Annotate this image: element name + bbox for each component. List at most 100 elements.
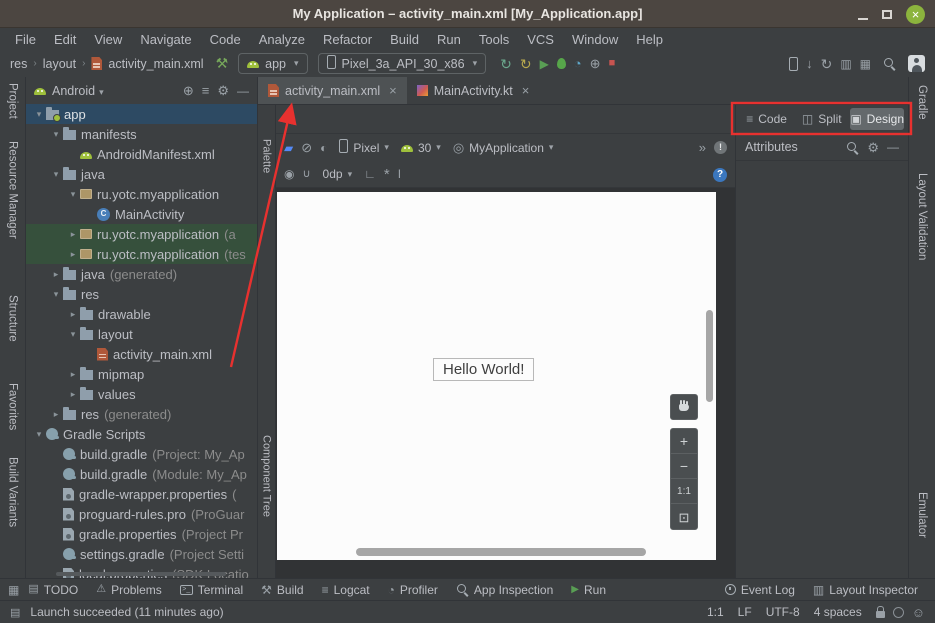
tree-item-proguard-rules-pro-proguar[interactable]: proguard-rules.pro(ProGuar xyxy=(26,504,257,524)
toolwindow-todo[interactable]: ▤TODO xyxy=(19,579,87,601)
vertical-scrollbar[interactable] xyxy=(706,310,713,402)
collapse-all-icon[interactable]: ≡ xyxy=(202,84,210,97)
hide-icon[interactable]: — xyxy=(887,141,899,153)
menu-edit[interactable]: Edit xyxy=(45,31,85,48)
toolwindow-stripe-structure[interactable]: Structure xyxy=(7,295,19,342)
menu-tools[interactable]: Tools xyxy=(470,31,518,48)
sdk-manager-icon[interactable]: ↓ xyxy=(806,57,813,70)
toolwindow-run[interactable]: ▶Run xyxy=(562,579,615,601)
breadcrumb-activity-main-xml[interactable]: activity_main.xml xyxy=(108,57,203,71)
blueprint-icon[interactable]: ⊘ xyxy=(301,141,312,154)
lock-icon[interactable] xyxy=(876,611,885,618)
hamburger-icon[interactable]: ▤ xyxy=(10,608,20,619)
orientation-icon[interactable]: ◐ xyxy=(320,142,327,154)
minimize-icon[interactable] xyxy=(858,9,868,20)
tab-close-icon[interactable]: × xyxy=(389,83,397,98)
menu-vcs[interactable]: VCS xyxy=(518,31,563,48)
tab-close-icon[interactable]: × xyxy=(522,83,530,98)
indent-setting[interactable]: 4 spaces xyxy=(814,605,862,619)
locate-icon[interactable]: ⊕ xyxy=(183,84,194,97)
switcher-icon[interactable]: ▦ xyxy=(8,584,19,596)
cursor-icon[interactable]: I xyxy=(398,168,401,180)
tree-item-androidmanifest-xml[interactable]: AndroidManifest.xml xyxy=(26,144,257,164)
menu-build[interactable]: Build xyxy=(381,31,428,48)
chevron-right-icon[interactable]: ▸ xyxy=(66,389,80,400)
default-margin-select[interactable]: 0dp xyxy=(323,167,353,181)
debug-icon[interactable] xyxy=(557,58,566,69)
build-button[interactable]: ⚒ xyxy=(216,56,229,71)
toolwindow-stripe-resource-manager[interactable]: Resource Manager xyxy=(7,141,19,239)
chevron-right-icon[interactable]: ▸ xyxy=(49,409,63,420)
hide-icon[interactable]: — xyxy=(237,85,249,97)
chevron-right-icon[interactable]: ▸ xyxy=(66,249,80,260)
menu-file[interactable]: File xyxy=(6,31,45,48)
editor-tab-mainactivity-kt[interactable]: MainActivity.kt× xyxy=(407,77,540,104)
device-select[interactable]: Pixel_3a_API_30_x86 xyxy=(318,53,487,74)
tree-item-res-generated[interactable]: ▸res(generated) xyxy=(26,404,257,424)
maximize-icon[interactable] xyxy=(882,10,892,19)
menu-refactor[interactable]: Refactor xyxy=(314,31,381,48)
menu-view[interactable]: View xyxy=(85,31,131,48)
settings-icon[interactable]: ⚙ xyxy=(867,141,879,154)
theme-select[interactable]: ◎ MyApplication xyxy=(453,141,554,155)
chevron-right-icon[interactable]: ▸ xyxy=(66,229,80,240)
tree-item-mipmap[interactable]: ▸mipmap xyxy=(26,364,257,384)
tree-item-build-gradle-project-my-ap[interactable]: build.gradle(Project: My_Ap xyxy=(26,444,257,464)
tree-item-ru-yotc-myapplication-tes[interactable]: ▸ru.yotc.myapplication(tes xyxy=(26,244,257,264)
line-separator[interactable]: LF xyxy=(738,605,752,619)
menu-navigate[interactable]: Navigate xyxy=(131,31,200,48)
editor-tab-activity-main-xml[interactable]: activity_main.xml× xyxy=(258,77,407,104)
chevron-down-icon[interactable]: ▾ xyxy=(49,169,63,180)
design-device-select[interactable]: Pixel xyxy=(339,139,389,156)
toolwindow-profiler[interactable]: ◔Profiler xyxy=(379,579,447,601)
toolwindow-stripe-project[interactable]: Project xyxy=(7,83,19,119)
help-icon[interactable]: ? xyxy=(713,168,727,182)
device-canvas[interactable]: Hello World! xyxy=(277,192,716,560)
zoom-out-button[interactable]: − xyxy=(671,454,697,479)
more-tools-icon[interactable]: ▦ xyxy=(860,58,871,70)
tree-item-values[interactable]: ▸values xyxy=(26,384,257,404)
menu-help[interactable]: Help xyxy=(627,31,672,48)
menu-analyze[interactable]: Analyze xyxy=(250,31,314,48)
tree-item-layout[interactable]: ▾layout xyxy=(26,324,257,344)
search-icon[interactable] xyxy=(846,141,859,154)
tree-item-gradle-properties-project-pr[interactable]: gradle.properties(Project Pr xyxy=(26,524,257,544)
settings-icon[interactable]: ⚙ xyxy=(217,84,229,97)
overflow-icon[interactable]: » xyxy=(699,141,706,154)
tree-item-activity-main-xml[interactable]: activity_main.xml xyxy=(26,344,257,364)
gradle-sync-icon[interactable]: ↻ xyxy=(821,57,833,71)
tree-item-res[interactable]: ▾res xyxy=(26,284,257,304)
toolwindow-terminal[interactable]: Terminal xyxy=(171,579,252,601)
textview-hello-world[interactable]: Hello World! xyxy=(433,358,534,381)
run-config-select[interactable]: app xyxy=(238,53,307,74)
layout-inspector-icon[interactable]: ▥ xyxy=(840,58,851,70)
menu-window[interactable]: Window xyxy=(563,31,627,48)
chevron-right-icon[interactable]: ▸ xyxy=(49,269,63,280)
smiley-icon[interactable]: ☺ xyxy=(912,606,925,619)
tree-item-settings-gradle-project-setti[interactable]: settings.gradle(Project Setti xyxy=(26,544,257,564)
tree-item-java-generated[interactable]: ▸java(generated) xyxy=(26,264,257,284)
magnet-icon[interactable]: ∪ xyxy=(302,169,310,180)
chevron-down-icon[interactable]: ▾ xyxy=(66,329,80,340)
project-tree-scrollbar[interactable] xyxy=(56,572,226,576)
chevron-down-icon[interactable]: ▾ xyxy=(32,109,46,120)
breadcrumb-layout[interactable]: layout xyxy=(43,57,76,71)
toolwindow-stripe-build-variants[interactable]: Build Variants xyxy=(7,457,19,527)
toolwindow-stripe-gradle[interactable]: Gradle xyxy=(916,85,928,120)
pan-button[interactable] xyxy=(670,394,698,420)
status-message[interactable]: Launch succeeded (11 minutes ago) xyxy=(30,605,223,619)
tree-item-drawable[interactable]: ▸drawable xyxy=(26,304,257,324)
chevron-right-icon[interactable]: ▸ xyxy=(66,309,80,320)
caret-position[interactable]: 1:1 xyxy=(707,605,724,619)
issue-badge-icon[interactable]: ! xyxy=(714,141,727,154)
tree-item-app[interactable]: ▾app xyxy=(26,104,257,124)
toolwindow-layout-inspector[interactable]: ▥Layout Inspector xyxy=(804,579,927,601)
chevron-down-icon[interactable]: ▾ xyxy=(32,429,46,440)
run-icon[interactable]: ▶ xyxy=(540,58,549,70)
menu-code[interactable]: Code xyxy=(201,31,250,48)
tree-item-gradle-wrapper-properties[interactable]: gradle-wrapper.properties( xyxy=(26,484,257,504)
toolwindow-stripe-favorites[interactable]: Favorites xyxy=(7,383,19,430)
tree-item-build-gradle-module-my-ap[interactable]: build.gradle(Module: My_Ap xyxy=(26,464,257,484)
apply-changes-icon[interactable]: ↻ xyxy=(500,57,512,71)
avatar-icon[interactable] xyxy=(908,55,925,72)
